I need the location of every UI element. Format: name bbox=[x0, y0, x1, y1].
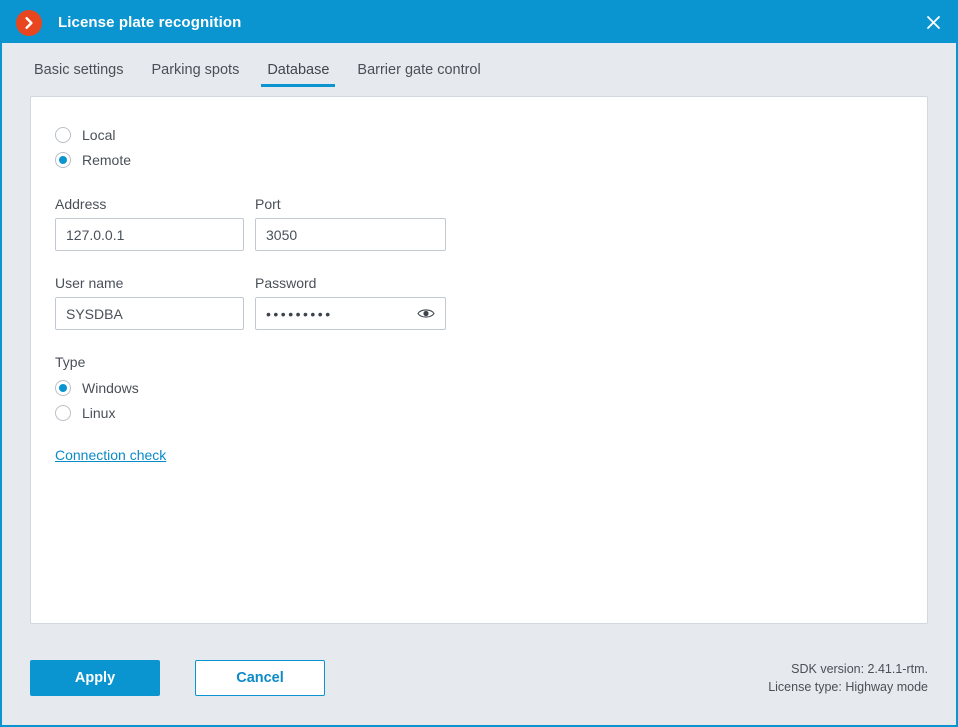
radio-option-linux[interactable]: Linux bbox=[55, 401, 903, 425]
port-label: Port bbox=[255, 196, 281, 212]
sdk-version-text: SDK version: 2.41.1-rtm. bbox=[791, 662, 928, 676]
username-input-value: SYSDBA bbox=[66, 305, 123, 322]
address-label: Address bbox=[55, 196, 107, 212]
radio-remote-indicator bbox=[55, 152, 71, 168]
close-icon bbox=[926, 16, 940, 29]
cancel-button[interactable]: Cancel bbox=[195, 660, 325, 696]
password-field-group: Password ••••••••• bbox=[255, 275, 446, 330]
apply-button[interactable]: Apply bbox=[30, 660, 160, 696]
type-label: Type bbox=[55, 354, 86, 370]
radio-option-remote[interactable]: Remote bbox=[55, 148, 903, 172]
radio-linux-label: Linux bbox=[82, 405, 116, 421]
port-input[interactable]: 3050 bbox=[255, 218, 446, 251]
tab-barrier-gate-control[interactable]: Barrier gate control bbox=[349, 62, 488, 87]
application-window: License plate recognition Basic settings… bbox=[0, 0, 958, 727]
tab-parking-spots[interactable]: Parking spots bbox=[143, 62, 247, 87]
address-field-group: Address 127.0.0.1 bbox=[55, 196, 244, 251]
database-settings-panel: Local Remote Address 127.0.0.1 Port 3050 bbox=[30, 96, 928, 624]
address-port-row: Address 127.0.0.1 Port 3050 bbox=[55, 196, 903, 251]
eye-icon[interactable] bbox=[415, 303, 437, 325]
address-input[interactable]: 127.0.0.1 bbox=[55, 218, 244, 251]
version-info: SDK version: 2.41.1-rtm. License type: H… bbox=[768, 660, 928, 696]
radio-local-label: Local bbox=[82, 127, 116, 143]
username-input[interactable]: SYSDBA bbox=[55, 297, 244, 330]
title-bar: License plate recognition bbox=[2, 2, 956, 43]
password-label: Password bbox=[255, 275, 317, 291]
chevron-right-circle-icon bbox=[16, 9, 42, 36]
credentials-row: User name SYSDBA Password ••••••••• bbox=[55, 275, 903, 330]
tab-bar: Basic settings Parking spots Database Ba… bbox=[2, 43, 956, 87]
address-input-value: 127.0.0.1 bbox=[66, 226, 125, 243]
radio-windows-indicator bbox=[55, 380, 71, 396]
close-button[interactable] bbox=[910, 2, 956, 43]
footer-bar: Apply Cancel SDK version: 2.41.1-rtm. Li… bbox=[2, 631, 956, 725]
radio-option-windows[interactable]: Windows bbox=[55, 376, 903, 400]
port-field-group: Port 3050 bbox=[255, 196, 446, 251]
connection-check-row: Connection check bbox=[55, 447, 903, 465]
radio-option-local[interactable]: Local bbox=[55, 123, 903, 147]
page-title: License plate recognition bbox=[58, 14, 242, 31]
tab-database[interactable]: Database bbox=[259, 62, 337, 87]
radio-linux-indicator bbox=[55, 405, 71, 421]
tab-basic-settings[interactable]: Basic settings bbox=[26, 62, 131, 87]
username-label: User name bbox=[55, 275, 124, 291]
port-input-value: 3050 bbox=[266, 226, 298, 243]
username-field-group: User name SYSDBA bbox=[55, 275, 244, 330]
connection-check-link[interactable]: Connection check bbox=[55, 447, 166, 463]
radio-remote-label: Remote bbox=[82, 152, 132, 168]
radio-windows-label: Windows bbox=[82, 380, 139, 396]
content-area: Local Remote Address 127.0.0.1 Port 3050 bbox=[2, 87, 956, 631]
type-section: Type Windows Linux bbox=[55, 354, 903, 425]
password-input-value: ••••••••• bbox=[266, 305, 333, 322]
password-input[interactable]: ••••••••• bbox=[255, 297, 446, 330]
license-type-text: License type: Highway mode bbox=[768, 680, 928, 694]
radio-local-indicator bbox=[55, 127, 71, 143]
